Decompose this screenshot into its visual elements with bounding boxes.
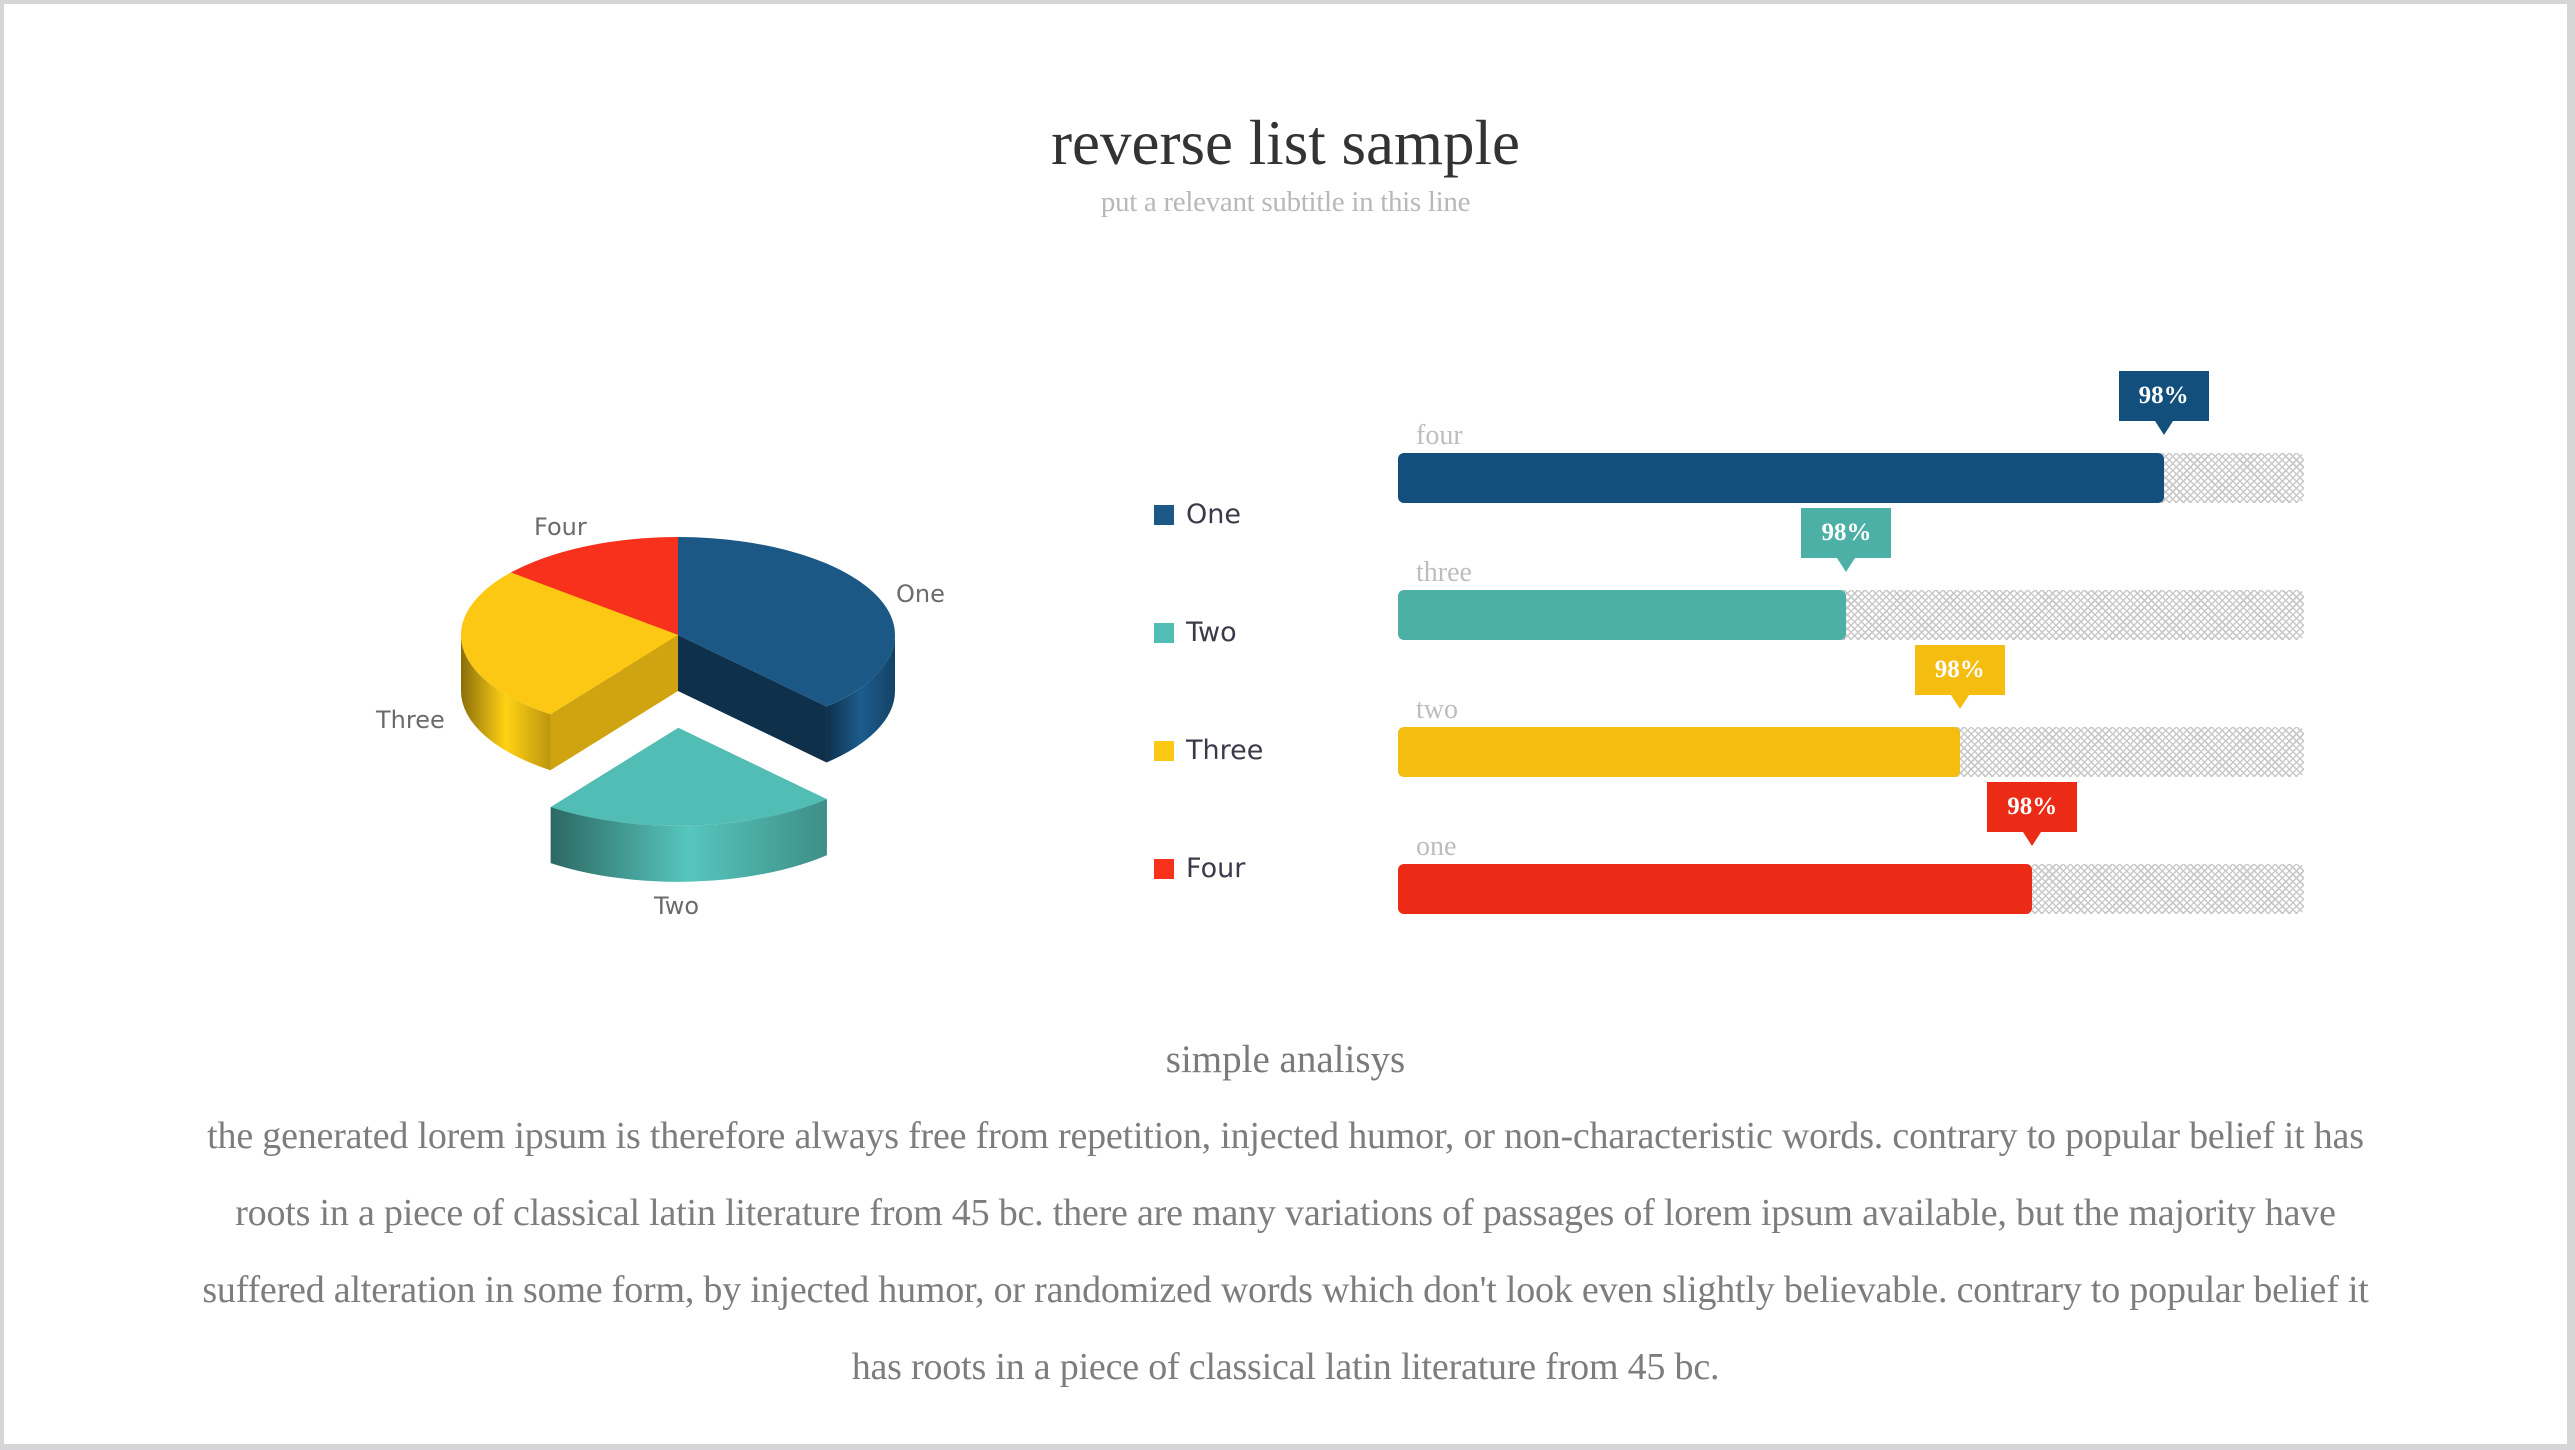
pie-label-three: Three <box>376 706 445 734</box>
bar-value-tooltip: 98% <box>1987 782 2078 832</box>
bar-fill <box>1398 864 2033 914</box>
legend-label: Four <box>1186 853 1246 884</box>
bar-label: two <box>1416 694 1458 725</box>
bar-row-three: three 98% <box>1398 504 2304 644</box>
bar-fill <box>1398 590 1847 640</box>
pie-chart <box>461 537 895 882</box>
analysis-heading: simple analisys <box>1165 1038 1406 1081</box>
legend-swatch <box>1154 504 1174 525</box>
bar-fill <box>1398 453 2164 503</box>
bar-track <box>1398 727 2304 777</box>
bar-label: one <box>1416 831 1457 862</box>
bar-row-one: one 98% <box>1398 778 2304 918</box>
bar-value-tooltip: 98% <box>1914 645 2005 695</box>
legend-label: Two <box>1186 617 1237 648</box>
legend-label: One <box>1186 499 1241 530</box>
bar-track <box>1398 590 2304 640</box>
bar-track <box>1398 864 2304 914</box>
bar-value-tooltip: 98% <box>1801 508 1892 558</box>
legend-label: Three <box>1186 735 1264 766</box>
legend-swatch <box>1154 858 1174 879</box>
bar-track <box>1398 453 2304 503</box>
pie-label-two: Two <box>654 892 699 920</box>
pie-slice-two <box>550 727 827 882</box>
bar-row-two: two 98% <box>1398 641 2304 781</box>
bar-fill <box>1398 727 1960 777</box>
bar-label: four <box>1416 420 1463 451</box>
legend-item-one: One <box>1154 501 1241 528</box>
legend-swatch <box>1154 740 1174 761</box>
pie-slice-one <box>678 537 895 763</box>
legend-swatch <box>1154 622 1174 643</box>
slide-page: reverse list sample put a relevant subti… <box>4 4 2567 1444</box>
bar-row-four: four 98% <box>1398 367 2304 507</box>
legend-item-two: Two <box>1154 619 1237 646</box>
analysis-paragraph: the generated lorem ipsum is therefore a… <box>202 1115 2369 1388</box>
legend-item-four: Four <box>1154 855 1245 882</box>
pie-label-four: Four <box>534 513 587 541</box>
bar-value-tooltip: 98% <box>2118 371 2209 421</box>
legend-item-three: Three <box>1154 737 1263 764</box>
pie-label-one: One <box>896 580 945 608</box>
bar-label: three <box>1416 557 1472 588</box>
